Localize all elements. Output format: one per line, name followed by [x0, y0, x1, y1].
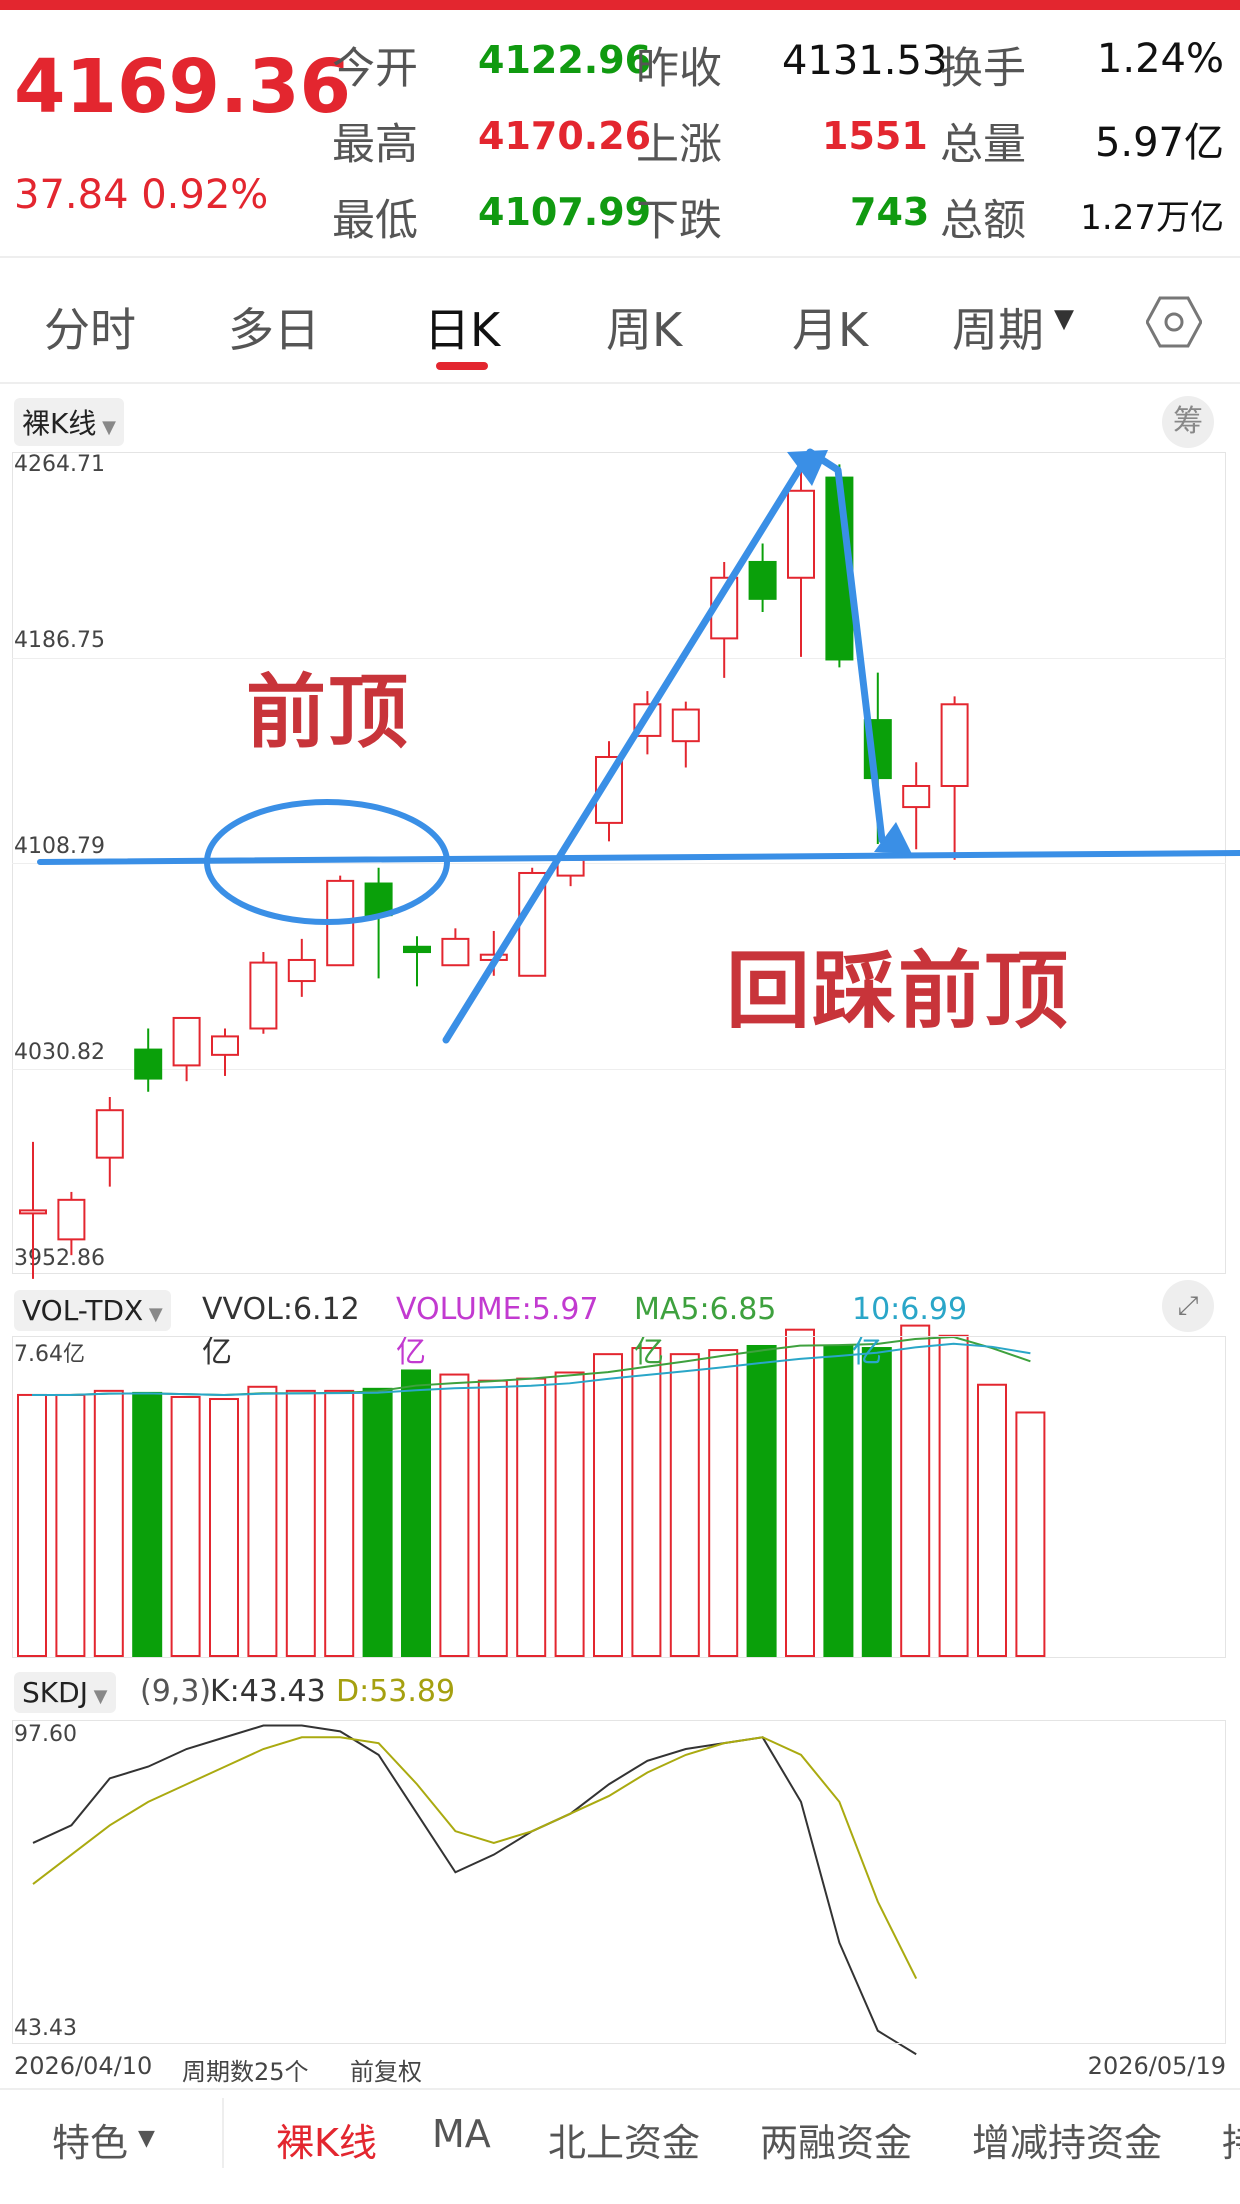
annotation-prev-top: 前顶	[246, 666, 410, 759]
candle-body	[403, 945, 431, 954]
candle-body	[441, 937, 470, 967]
candle-body	[19, 1209, 47, 1215]
footer-holding-change[interactable]: 增减持资金	[972, 2112, 1162, 2167]
skdj-chart-frame	[12, 1720, 1226, 2044]
legend-k: K:43.43	[210, 1674, 326, 1709]
volume-indicator-selector[interactable]: VOL-TDX ▼	[14, 1290, 171, 1331]
skdj-indicator-label: SKDJ	[22, 1676, 88, 1709]
skdj-bottom-tick: 43.43	[14, 2016, 77, 2041]
date-start: 2026/04/10	[14, 2052, 153, 2080]
candle-body	[57, 1198, 86, 1241]
chevron-down-icon[interactable]: ▼	[138, 2126, 155, 2151]
adjust-mode: 前复权	[350, 2058, 422, 2086]
legend-skdj-params: (9,3)	[140, 1674, 212, 1709]
candlestick-series	[19, 464, 969, 1279]
period-count: 周期数25个	[182, 2058, 309, 2086]
annotation-retest: 回踩前顶	[726, 942, 1071, 1040]
skdj-indicator-selector[interactable]: SKDJ ▼	[14, 1672, 116, 1713]
candle-body	[940, 703, 969, 787]
legend-d: D:53.89	[336, 1674, 456, 1709]
prev-top-horizontal-line	[37, 850, 1240, 865]
candle-body	[211, 1035, 239, 1056]
footer-more[interactable]: 持	[1222, 2112, 1240, 2167]
candle-body	[364, 882, 393, 917]
candle-body	[787, 489, 815, 579]
chevron-down-icon: ▼	[143, 1304, 163, 1325]
footer-margin[interactable]: 两融资金	[760, 2112, 912, 2167]
candle-body	[556, 858, 585, 877]
divider	[222, 2098, 224, 2168]
date-end: 2026/05/19	[1087, 2052, 1226, 2080]
footer-ma[interactable]: MA	[432, 2112, 491, 2156]
candle-body	[172, 1016, 201, 1067]
candle-body	[95, 1109, 124, 1159]
candle-body	[671, 708, 700, 743]
volume-top-tick: 7.64亿	[14, 1342, 85, 1367]
candle-body	[134, 1048, 163, 1080]
candle-body	[902, 784, 931, 809]
candle-body	[748, 560, 777, 600]
volume-chart-frame	[12, 1336, 1226, 1658]
volume-indicator-label: VOL-TDX	[22, 1294, 144, 1327]
candle-body	[287, 958, 316, 983]
expand-icon[interactable]: ⤢	[1162, 1280, 1214, 1332]
chevron-down-icon: ▼	[87, 1686, 108, 1707]
footer-northbound[interactable]: 北上资金	[548, 2112, 700, 2167]
footer-featured[interactable]: 特色	[52, 2112, 128, 2167]
candle-body	[249, 961, 278, 1030]
footer-naked-k[interactable]: 裸K线	[276, 2112, 377, 2167]
divider	[0, 2088, 1240, 2090]
skdj-top-tick: 97.60	[14, 1722, 77, 1747]
